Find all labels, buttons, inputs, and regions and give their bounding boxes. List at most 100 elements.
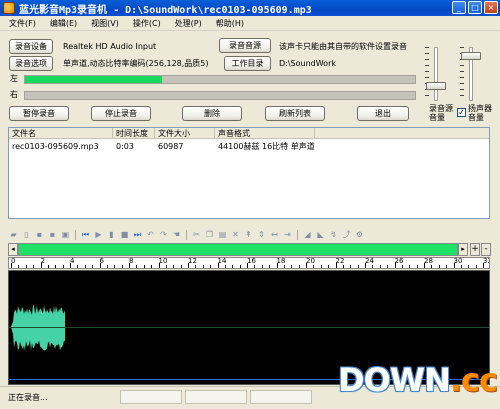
new-icon[interactable]: ▯: [21, 229, 32, 240]
ruler-tick: [158, 263, 160, 268]
ruler-tick: [416, 265, 418, 268]
effects-icon[interactable]: ⚙: [354, 229, 365, 240]
ruler-tick: [460, 265, 462, 268]
work-dir-button[interactable]: 工作目录: [224, 56, 271, 71]
ruler-tick: [335, 263, 337, 268]
ruler-tick: [438, 265, 440, 268]
pause-recording-button[interactable]: 暂停录音: [9, 106, 69, 121]
ruler-tick: [401, 265, 403, 268]
close-button[interactable]: ×: [484, 1, 498, 14]
record-device-button[interactable]: 录音设备: [9, 39, 53, 54]
open-icon[interactable]: ▰: [8, 229, 19, 240]
stop-icon[interactable]: ■: [119, 229, 130, 240]
trim-icon[interactable]: ✕: [230, 229, 241, 240]
stop-recording-button[interactable]: 停止录音: [91, 106, 151, 121]
speaker-volume-label: 扬声器音量: [468, 104, 492, 122]
copy-icon[interactable]: ❐: [204, 229, 215, 240]
save-as-icon[interactable]: ▪: [47, 229, 58, 240]
ruler-tick: [342, 265, 344, 268]
redo-icon[interactable]: ↷: [158, 229, 169, 240]
amplify-icon[interactable]: ↟: [243, 229, 254, 240]
reverse-icon[interactable]: ↯: [328, 229, 339, 240]
ruler-tick: [202, 265, 204, 268]
file-row[interactable]: rec0103-095609.mp3 0:03 60987 44100赫兹 16…: [9, 141, 489, 152]
work-dir-path: D:\SoundWork: [279, 59, 336, 68]
go-end-icon[interactable]: ⏭: [132, 229, 143, 240]
fade-in-icon[interactable]: ◢: [302, 229, 313, 240]
source-volume-track[interactable]: [434, 47, 438, 101]
pause-icon[interactable]: ▮: [106, 229, 117, 240]
ruler-tick: [92, 265, 94, 268]
menu-operation[interactable]: 操作(C): [133, 16, 161, 30]
ruler-tick: [195, 265, 197, 268]
delete-button[interactable]: 删除: [182, 106, 242, 121]
ruler-tick: [483, 263, 484, 268]
maximize-button[interactable]: □: [468, 1, 482, 14]
column-format[interactable]: 声音格式: [215, 128, 315, 139]
zoom-in-button[interactable]: +: [470, 243, 480, 256]
record-source-button[interactable]: 录音音源: [219, 38, 271, 53]
column-filename[interactable]: 文件名: [9, 128, 113, 139]
menu-file[interactable]: 文件(F): [9, 16, 36, 30]
ruler-tick: [217, 263, 219, 268]
refresh-list-button[interactable]: 刷新列表: [265, 106, 325, 121]
ruler-tick: [357, 265, 359, 268]
minimize-button[interactable]: _: [452, 1, 466, 14]
column-filesize[interactable]: 文件大小: [155, 128, 215, 139]
ruler-tick: [84, 265, 86, 268]
right-channel-label: 右: [10, 90, 18, 99]
source-volume-thumb[interactable]: [426, 81, 446, 90]
menu-process[interactable]: 处理(P): [175, 16, 202, 30]
hand-icon[interactable]: ☚: [171, 229, 182, 240]
watermark-dot: .: [449, 361, 462, 399]
go-start-icon[interactable]: ⏮: [80, 229, 91, 240]
menu-view[interactable]: 视图(V): [91, 16, 119, 30]
normalize-icon[interactable]: ⇕: [256, 229, 267, 240]
ruler-tick-label: 32: [483, 257, 489, 265]
scroll-left-button[interactable]: ◂: [8, 243, 18, 256]
ruler-tick: [136, 265, 138, 268]
ruler-tick: [224, 265, 226, 268]
zoom-out-button[interactable]: -: [481, 243, 491, 256]
ruler-tick-label: 24: [365, 257, 374, 265]
exit-button[interactable]: 退出: [357, 106, 409, 121]
fade-out-icon[interactable]: ◣: [315, 229, 326, 240]
ruler-tick: [18, 265, 20, 268]
menu-help[interactable]: 帮助(H): [216, 16, 244, 30]
scroll-right-button[interactable]: ▸: [458, 243, 468, 256]
silence-icon[interactable]: ↤: [269, 229, 280, 240]
column-duration[interactable]: 时间长度: [113, 128, 155, 139]
ruler-tick: [33, 265, 35, 268]
paste-icon[interactable]: ▤: [217, 229, 228, 240]
time-ruler[interactable]: 02468101214161820222426283032: [8, 257, 490, 269]
menu-edit[interactable]: 编辑(E): [50, 16, 77, 30]
play-icon[interactable]: ▶: [93, 229, 104, 240]
ruler-tick: [365, 263, 366, 268]
device-name: Realtek HD Audio Input: [63, 42, 157, 51]
menu-bar: 文件(F) 编辑(E) 视图(V) 操作(C) 处理(P) 帮助(H): [0, 16, 500, 31]
export-icon[interactable]: ▣: [60, 229, 71, 240]
ruler-tick-label: 16: [247, 257, 256, 265]
record-options-button[interactable]: 录音选项: [9, 56, 53, 71]
undo-icon[interactable]: ↶: [145, 229, 156, 240]
file-list-header: 文件名 时间长度 文件大小 声音格式: [9, 128, 489, 139]
save-icon[interactable]: ▪: [34, 229, 45, 240]
ruler-tick: [188, 263, 189, 268]
ruler-tick: [47, 265, 49, 268]
speed-icon[interactable]: ⤴: [341, 229, 352, 240]
file-list[interactable]: 文件名 时间长度 文件大小 声音格式 rec0103-095609.mp3 0:…: [8, 127, 490, 219]
ruler-tick-label: 26: [394, 257, 404, 265]
window-title: 蓝光影音Mp3录音机 - D:\SoundWork\rec0103-095609…: [19, 4, 312, 16]
toolbar-separator: [186, 229, 187, 240]
ruler-tick: [114, 265, 116, 268]
cut-icon[interactable]: ✂: [191, 229, 202, 240]
speaker-volume-thumb[interactable]: [461, 51, 481, 60]
speaker-volume-checkbox[interactable]: ✓: [457, 108, 466, 117]
waveform-scrollbar[interactable]: [18, 243, 458, 256]
ruler-tick-label: 12: [188, 257, 197, 265]
ruler-tick: [210, 265, 212, 268]
ruler-tick: [151, 265, 153, 268]
ruler-tick: [247, 263, 248, 268]
echo-icon[interactable]: ⇥: [282, 229, 293, 240]
status-panel: [120, 390, 182, 404]
